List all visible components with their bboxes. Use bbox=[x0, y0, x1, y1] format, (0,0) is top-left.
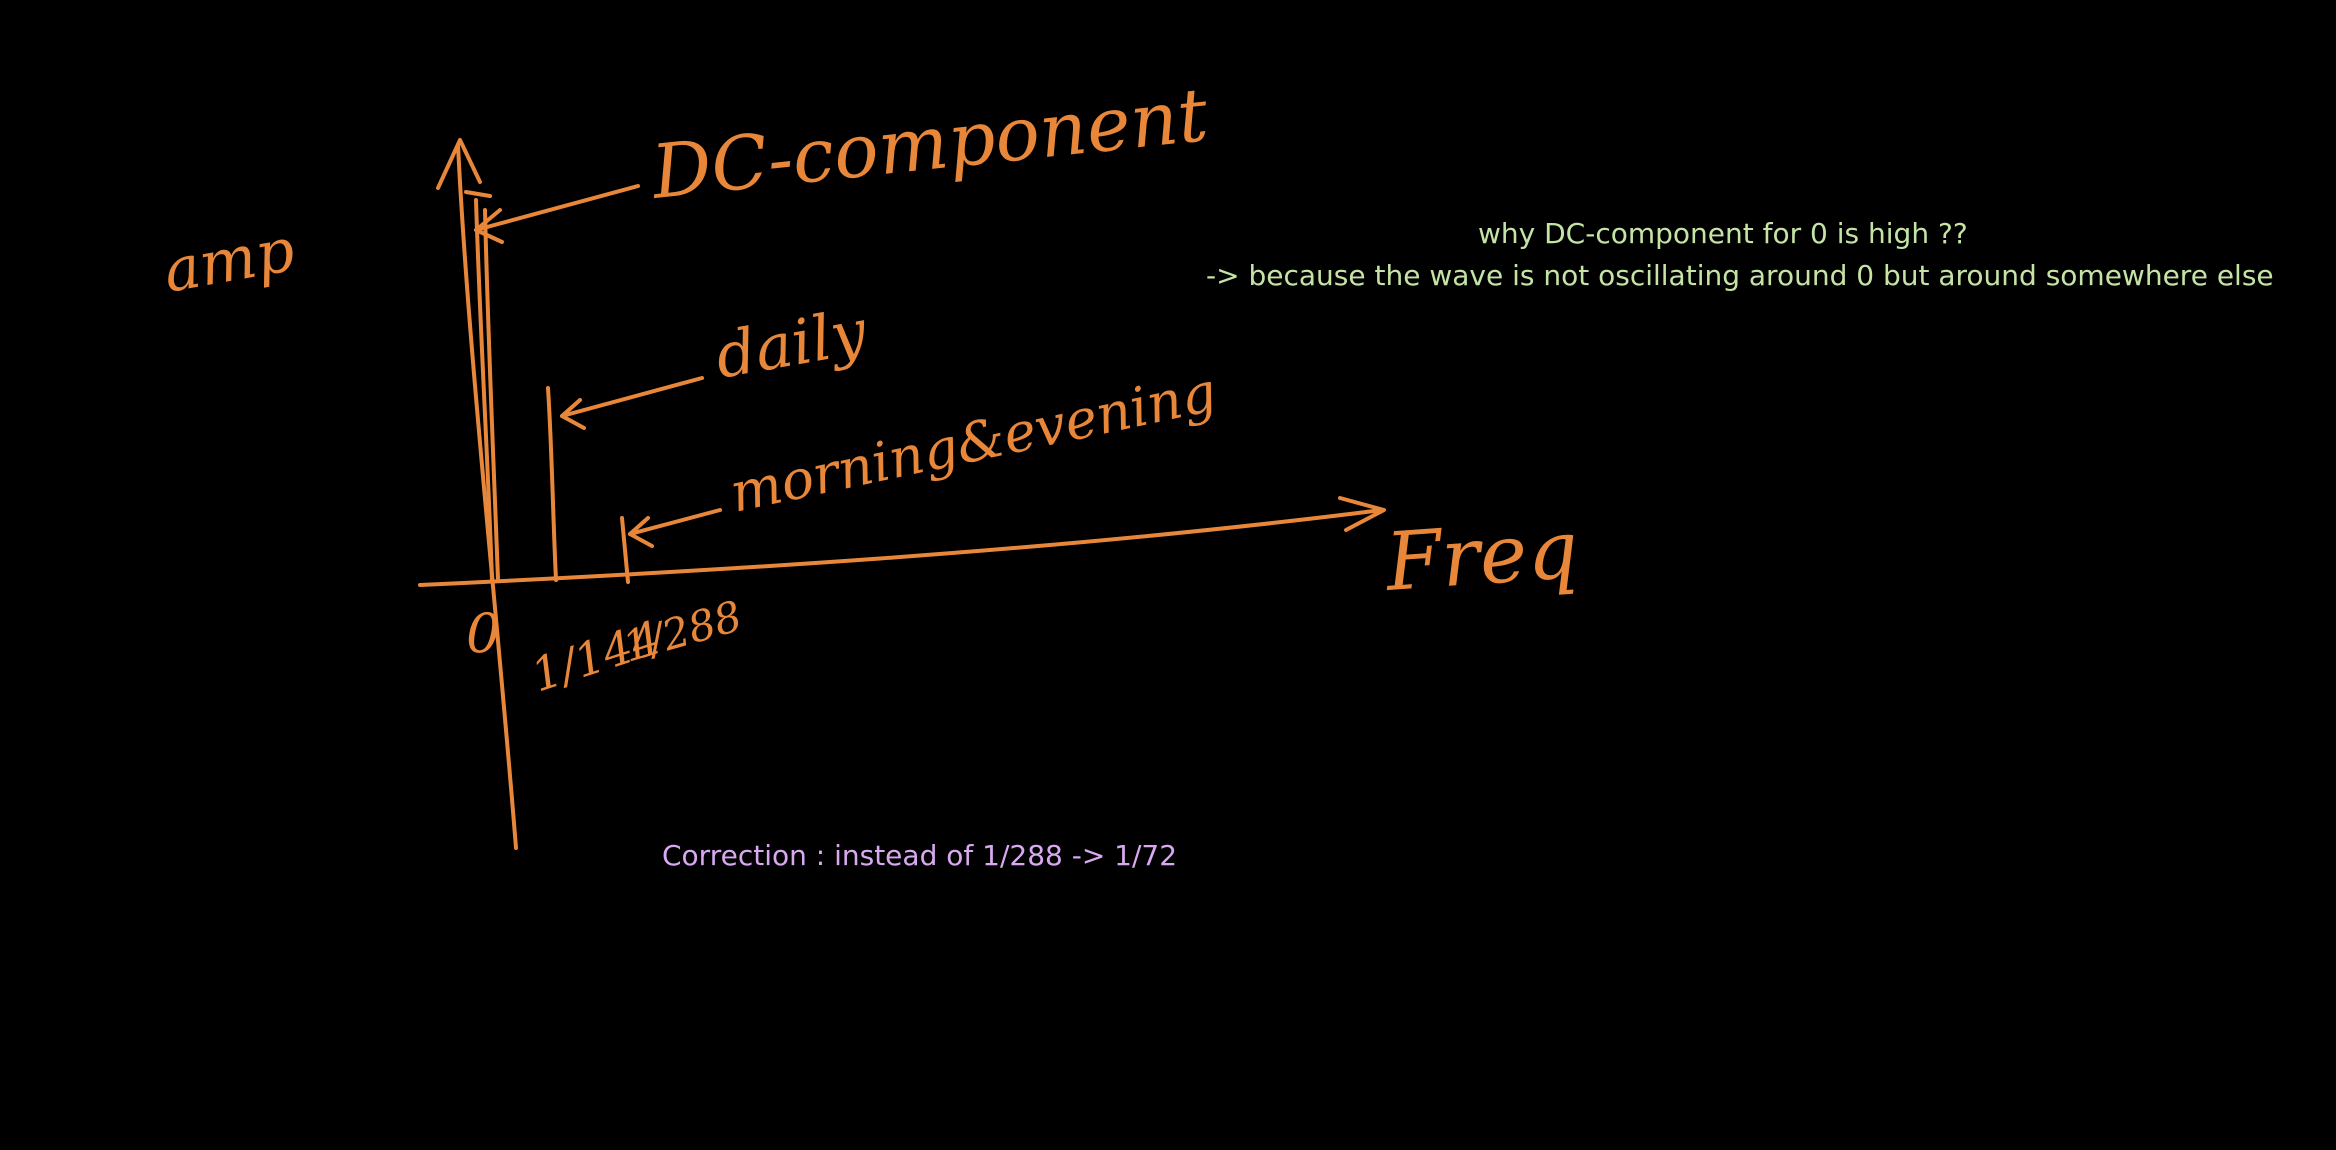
daily-pointer-arrow bbox=[560, 376, 704, 418]
origin-label: 0 bbox=[466, 602, 500, 665]
x-axis-label: Freq bbox=[1381, 503, 1581, 609]
morning-evening-spike bbox=[620, 516, 630, 584]
whiteboard-canvas: DC-component daily morning&evening amp F… bbox=[0, 0, 2336, 1150]
tick-label-1-288: 1/288 bbox=[617, 591, 747, 671]
y-axis-label: amp bbox=[158, 215, 299, 307]
dc-component-label: DC-component bbox=[646, 72, 1212, 216]
daily-spike bbox=[546, 386, 558, 582]
frequency-spectrum-sketch: DC-component daily morning&evening amp F… bbox=[158, 72, 1581, 850]
note-question-text: why DC-component for 0 is high ?? bbox=[1478, 217, 1968, 250]
daily-label: daily bbox=[710, 294, 873, 392]
dc-spike-top-mark bbox=[464, 190, 492, 198]
note-answer-text: -> because the wave is not oscillating a… bbox=[1206, 259, 2274, 292]
correction-note-text: Correction : instead of 1/288 -> 1/72 bbox=[662, 839, 1178, 872]
x-axis bbox=[418, 508, 1384, 587]
dc-pointer-arrow bbox=[474, 184, 640, 232]
morning-evening-label: morning&evening bbox=[725, 360, 1222, 525]
